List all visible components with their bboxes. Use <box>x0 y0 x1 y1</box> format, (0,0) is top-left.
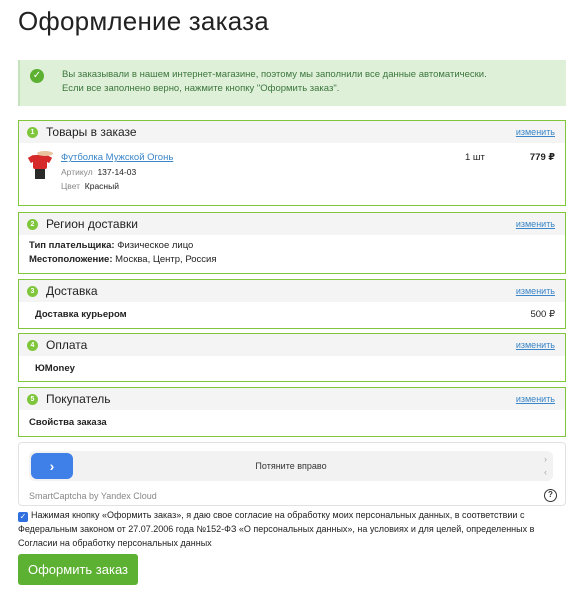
block-header: 1 Товары в заказе изменить <box>19 121 565 143</box>
delivery-region-block: 2 Регион доставки изменить Тип плательщи… <box>18 212 566 274</box>
location: Местоположение: Москва, Центр, Россия <box>29 254 217 265</box>
captcha-slider-track[interactable]: Потяните вправо › › ‹ <box>29 451 553 481</box>
step-number: 5 <box>27 393 38 405</box>
block-header: 4 Оплата изменить <box>19 334 565 356</box>
block-title: Доставка <box>46 284 98 298</box>
delivery-price: 500 ₽ <box>530 309 555 320</box>
page-title: Оформление заказа <box>18 6 269 36</box>
edit-buyer-link[interactable]: изменить <box>516 394 555 404</box>
payer-type: Тип плательщика: Физическое лицо <box>29 240 194 251</box>
edit-delivery-link[interactable]: изменить <box>516 286 555 296</box>
delivery-method: Доставка курьером <box>35 309 127 320</box>
order-goods-block: 1 Товары в заказе изменить Футболка Мужс… <box>18 120 566 206</box>
smart-captcha: Потяните вправо › › ‹ SmartCaptcha by Yan… <box>18 442 566 506</box>
payment-method: ЮMoney <box>35 363 75 374</box>
order-properties: Свойства заказа <box>29 417 107 428</box>
product-name-link[interactable]: Футболка Мужской Огонь <box>61 152 173 163</box>
step-number: 3 <box>27 285 38 297</box>
step-number: 2 <box>27 218 38 230</box>
buyer-block: 5 Покупатель изменить Свойства заказа <box>18 387 566 437</box>
help-icon[interactable]: ? <box>544 489 557 502</box>
block-header: 3 Доставка изменить <box>19 280 565 302</box>
captcha-brand: SmartCaptcha by Yandex Cloud <box>29 491 157 501</box>
captcha-arrows-icon: › ‹ <box>544 454 547 477</box>
product-price: 779 ₽ <box>529 152 555 163</box>
captcha-slider-label: Потяните вправо <box>255 461 327 471</box>
step-number: 1 <box>27 126 38 138</box>
step-number: 4 <box>27 339 38 351</box>
product-article: Артикул 137-14-03 <box>61 167 137 177</box>
place-order-button[interactable]: Оформить заказ <box>18 554 138 585</box>
captcha-slider-handle[interactable]: › <box>31 453 73 479</box>
consent-checkbox[interactable]: ✓ <box>18 512 28 522</box>
block-header: 5 Покупатель изменить <box>19 388 565 410</box>
edit-payment-link[interactable]: изменить <box>516 340 555 350</box>
edit-region-link[interactable]: изменить <box>516 219 555 229</box>
payment-block: 4 Оплата изменить ЮMoney <box>18 333 566 382</box>
block-title: Покупатель <box>46 392 111 406</box>
edit-goods-link[interactable]: изменить <box>516 127 555 137</box>
product-thumbnail[interactable] <box>27 151 53 179</box>
notice-text: Вы заказывали в нашем интернет-магазине,… <box>62 69 487 94</box>
consent-text: Нажимая кнопку «Оформить заказ», я даю с… <box>18 510 535 548</box>
product-quantity: 1 шт <box>465 152 485 163</box>
block-title: Оплата <box>46 338 88 352</box>
block-header: 2 Регион доставки изменить <box>19 213 565 235</box>
product-color: Цвет Красный <box>61 181 119 191</box>
delivery-block: 3 Доставка изменить Доставка курьером 50… <box>18 279 566 329</box>
block-title: Регион доставки <box>46 217 138 231</box>
consent-block: ✓ Нажимая кнопку «Оформить заказ», я даю … <box>18 508 566 550</box>
autofill-notice: ✓ Вы заказывали в нашем интернет-магазин… <box>18 60 566 106</box>
check-circle-icon: ✓ <box>30 69 44 83</box>
checkout-page: Оформление заказа ✓ Вы заказывали в наше… <box>0 0 581 600</box>
product-row: Футболка Мужской Огонь Артикул 137-14-03… <box>27 149 555 193</box>
chevron-right-icon: › <box>49 458 55 474</box>
block-title: Товары в заказе <box>46 125 137 139</box>
